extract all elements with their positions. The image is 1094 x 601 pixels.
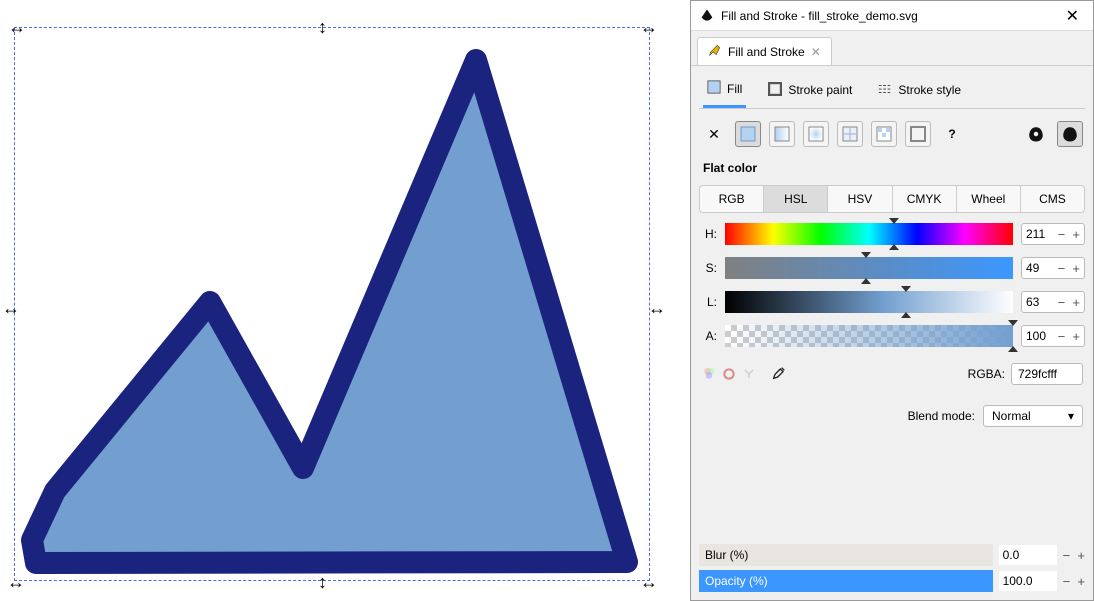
pattern-button[interactable] (871, 121, 897, 147)
alpha-label: A: (699, 329, 717, 343)
scale-handle-w[interactable]: ↔ (2, 298, 20, 319)
app-icon (699, 8, 715, 24)
dock-tabs: Fill and Stroke ✕ (691, 31, 1093, 66)
sat-slider[interactable] (725, 257, 1013, 279)
opacity-value[interactable]: 100.0 (999, 571, 1057, 591)
tab-fill[interactable]: Fill (703, 74, 746, 108)
tab-stroke-style[interactable]: Stroke style (874, 74, 965, 108)
mesh-gradient-button[interactable] (837, 121, 863, 147)
model-hsv[interactable]: HSV (827, 185, 891, 213)
sat-label: S: (699, 261, 717, 275)
radial-gradient-button[interactable] (803, 121, 829, 147)
out-of-gamut-icon (721, 366, 737, 382)
too-much-ink-icon (741, 366, 757, 382)
linear-gradient-button[interactable] (769, 121, 795, 147)
fill-toggle[interactable] (1057, 121, 1083, 147)
tab-stroke-paint[interactable]: Stroke paint (764, 74, 856, 108)
canvas[interactable]: ↔ ↕ ↔ ↔ ↔ ↔ ↕ ↔ (0, 0, 690, 601)
hue-slider[interactable] (725, 223, 1013, 245)
blur-value[interactable]: 0.0 (999, 545, 1057, 565)
scale-handle-e[interactable]: ↔ (648, 298, 666, 319)
blend-mode-value: Normal (992, 409, 1031, 423)
paint-type-row: ✕ ? (699, 117, 1085, 151)
no-paint-button[interactable]: ✕ (701, 126, 727, 143)
sat-spin[interactable]: 49− + (1021, 257, 1085, 279)
lig-spin[interactable]: 63− + (1021, 291, 1085, 313)
attribute-tabs: Fill Stroke paint Stroke style (699, 74, 1085, 109)
titlebar[interactable]: Fill and Stroke - fill_stroke_demo.svg ✕ (691, 1, 1093, 31)
managed-color-icons (701, 365, 787, 384)
hue-spin[interactable]: 211− + (1021, 223, 1085, 245)
chevron-down-icon: ▾ (1068, 409, 1074, 423)
window-title: Fill and Stroke - fill_stroke_demo.svg (721, 9, 1060, 23)
unknown-paint-button[interactable]: ? (939, 121, 965, 147)
model-cms[interactable]: CMS (1020, 185, 1085, 213)
blend-mode-label: Blend mode: (908, 409, 975, 423)
color-model-tabs: RGB HSL HSV CMYK Wheel CMS (699, 185, 1085, 213)
scale-handle-sw[interactable]: ↔ (7, 572, 25, 593)
blur-spin-buttons[interactable]: − + (1063, 548, 1085, 563)
dock-tab-fill-stroke[interactable]: Fill and Stroke ✕ (697, 37, 832, 65)
alpha-spin[interactable]: 100− + (1021, 325, 1085, 347)
stroke-style-icon (878, 82, 892, 99)
blur-slider[interactable]: Blur (%) (699, 544, 993, 566)
tab-stroke-paint-label: Stroke paint (788, 83, 852, 97)
fill-and-stroke-dialog: Fill and Stroke - fill_stroke_demo.svg ✕… (690, 0, 1094, 601)
opacity-label: Opacity (%) (699, 574, 768, 588)
selected-shape[interactable] (10, 20, 660, 600)
model-wheel[interactable]: Wheel (956, 185, 1020, 213)
model-rgb[interactable]: RGB (699, 185, 763, 213)
dock-tab-close[interactable]: ✕ (811, 45, 821, 59)
rgba-label: RGBA: (968, 367, 1005, 381)
hue-label: H: (699, 227, 717, 241)
flat-color-label: Flat color (699, 159, 1085, 177)
model-hsl[interactable]: HSL (763, 185, 827, 213)
opacity-slider[interactable]: Opacity (%) (699, 570, 993, 592)
fill-swatch-icon (707, 80, 721, 97)
eyedropper-button[interactable] (771, 365, 787, 384)
dock-tab-label: Fill and Stroke (728, 45, 805, 59)
close-button[interactable]: ✕ (1060, 4, 1085, 28)
model-cmyk[interactable]: CMYK (892, 185, 956, 213)
hole-toggle[interactable] (1023, 121, 1049, 147)
alpha-slider[interactable] (725, 325, 1013, 347)
blur-label: Blur (%) (699, 548, 748, 562)
tab-stroke-style-label: Stroke style (898, 83, 961, 97)
stroke-paint-icon (768, 82, 782, 99)
blend-mode-select[interactable]: Normal ▾ (983, 405, 1083, 427)
scale-handle-se[interactable]: ↔ (640, 572, 658, 593)
scale-handle-nw[interactable]: ↔ (8, 17, 26, 38)
scale-handle-n[interactable]: ↕ (318, 17, 327, 38)
scale-handle-ne[interactable]: ↔ (640, 17, 658, 38)
flat-color-button[interactable] (735, 121, 761, 147)
paintbrush-icon (708, 43, 722, 60)
lig-label: L: (699, 295, 717, 309)
color-management-icon (701, 366, 717, 382)
tab-fill-label: Fill (727, 82, 742, 96)
scale-handle-s[interactable]: ↕ (318, 572, 327, 593)
lig-slider[interactable] (725, 291, 1013, 313)
opacity-spin-buttons[interactable]: − + (1063, 574, 1085, 589)
rgba-input[interactable] (1011, 363, 1083, 385)
swatch-button[interactable] (905, 121, 931, 147)
